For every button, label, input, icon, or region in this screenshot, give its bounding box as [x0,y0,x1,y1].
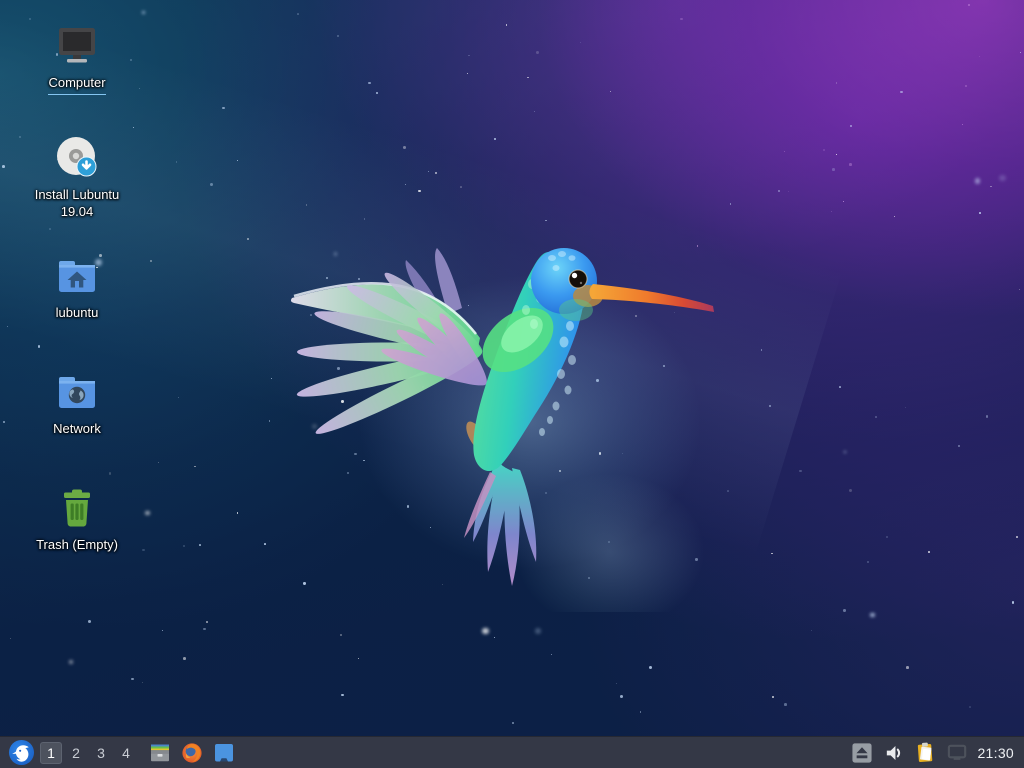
trash-can-icon [53,484,101,532]
desktop-icon-install-lubuntu[interactable]: Install Lubuntu 19.04 [18,134,136,220]
system-tray [850,741,969,764]
desktop-icon-label: Computer [48,75,105,95]
desktop-icon-trash[interactable]: Trash (Empty) [18,484,136,554]
screen-power-tray-button[interactable] [946,741,969,764]
screen-icon [946,741,969,764]
volume-tray-button[interactable] [882,741,905,764]
home-folder-icon [53,252,101,300]
desktop-icon-label: lubuntu [56,305,99,322]
firefox-launcher[interactable] [179,740,204,765]
workspace-switcher: 1 2 3 4 [40,742,137,764]
hummingbird-artwork [280,222,720,612]
eject-icon [851,742,873,764]
desktop-icon-computer[interactable]: Computer [18,22,136,95]
workspace-button-4[interactable]: 4 [115,742,137,764]
workspace-button-2[interactable]: 2 [65,742,87,764]
computer-monitor-icon [53,22,101,70]
network-folder-icon [53,368,101,416]
desktop: Computer Install Lubuntu 19.04 lubuntu [0,0,1024,768]
clipboard-tray-button[interactable] [914,741,937,764]
blue-monitor-icon [212,741,236,765]
workspace-button-1[interactable]: 1 [40,742,62,764]
desktop-icon-network[interactable]: Network [18,368,136,438]
workspace-button-3[interactable]: 3 [90,742,112,764]
clock[interactable]: 21:30 [977,745,1018,761]
desktop-icon-home[interactable]: lubuntu [18,252,136,322]
desktop-icon-label: Network [53,421,101,438]
file-manager-launcher[interactable] [147,740,172,765]
lubuntu-logo-icon [8,739,35,766]
clipboard-icon [914,741,937,764]
quick-launch [147,740,236,765]
blue-monitor-launcher[interactable] [211,740,236,765]
firefox-icon [180,741,204,765]
start-menu-button[interactable] [8,739,35,766]
desktop-icon-label: Install Lubuntu 19.04 [21,187,133,220]
file-manager-icon [148,741,172,765]
taskbar: 1 2 3 4 [0,736,1024,768]
desktop-icon-label: Trash (Empty) [36,537,118,554]
eject-tray-button[interactable] [850,741,873,764]
installer-disc-icon [53,134,101,182]
volume-icon [883,742,905,764]
